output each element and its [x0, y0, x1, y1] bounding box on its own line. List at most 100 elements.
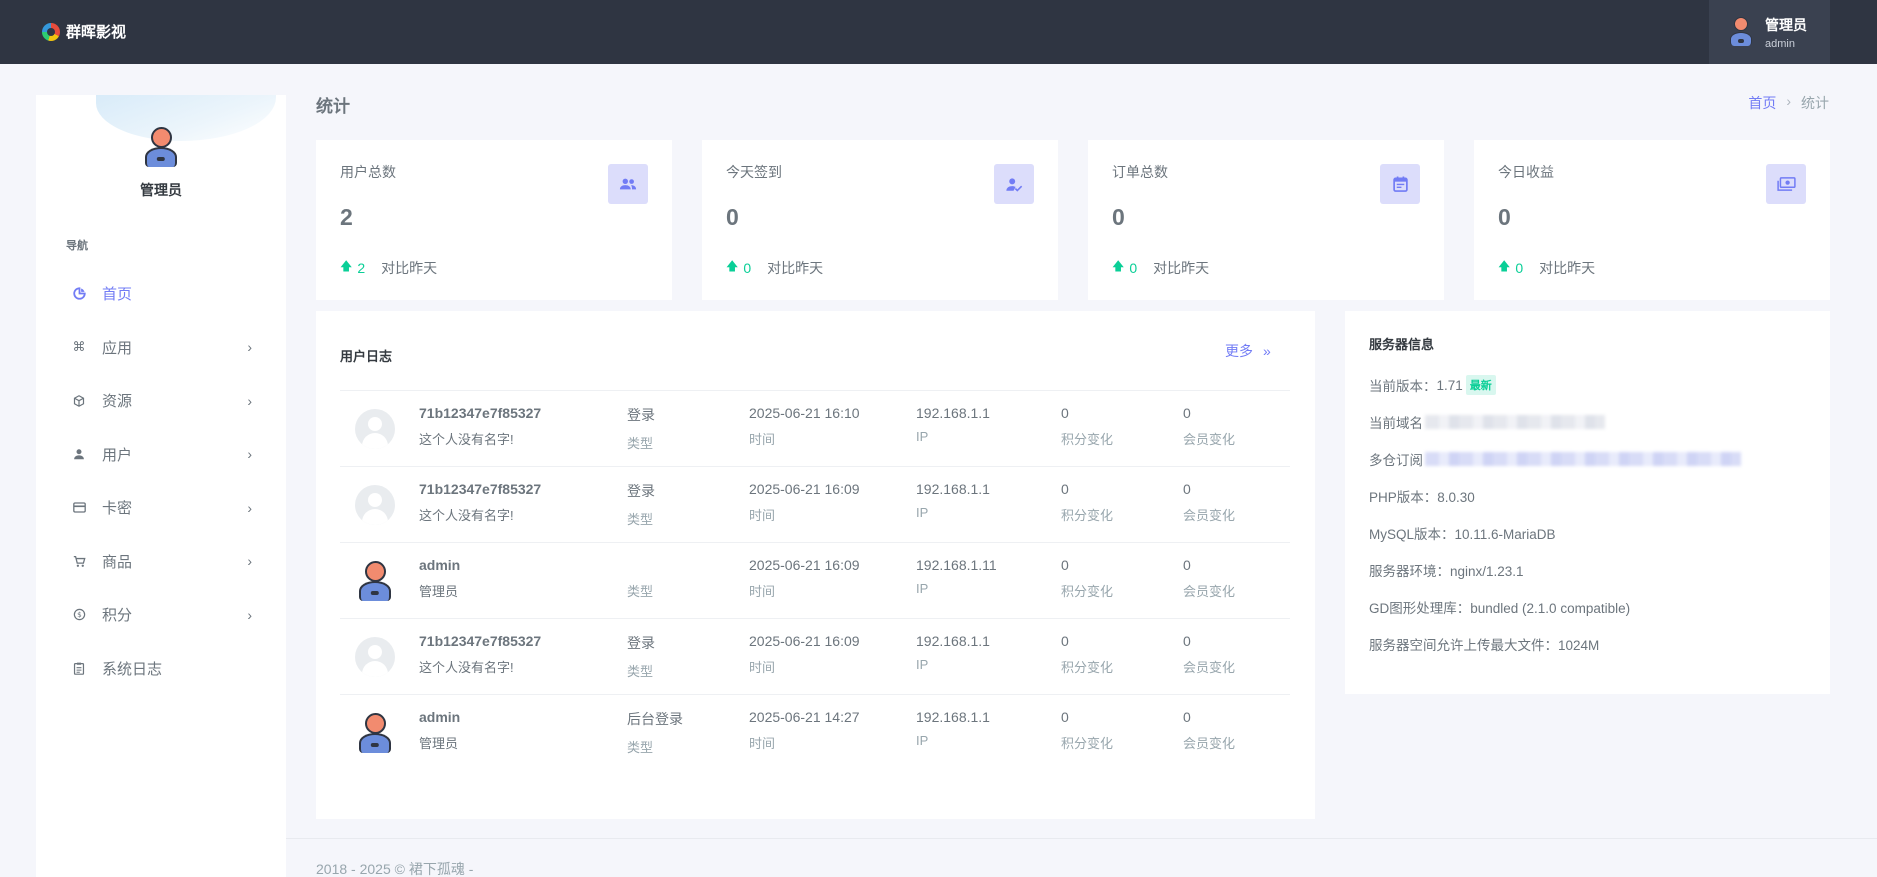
log-type: 登录: [627, 635, 655, 651]
log-member: 0: [1183, 633, 1191, 649]
breadcrumb-separator-icon: ›: [1786, 93, 1791, 109]
brand-logo-icon: [42, 22, 60, 41]
log-member-cell: 0 会员变化: [1183, 709, 1235, 752]
log-ip: 192.168.1.1: [916, 709, 990, 725]
sidebar-item-users[interactable]: 用户 ›: [36, 428, 286, 482]
sidebar-item-resources[interactable]: 资源 ›: [36, 374, 286, 428]
stat-title: 今日收益: [1498, 164, 1554, 180]
log-time-label: 时间: [749, 584, 776, 599]
log-type-cell: 登录 类型: [627, 481, 655, 528]
chevron-right-icon: ›: [247, 606, 252, 623]
table-row[interactable]: 71b12347e7f85327 这个人没有名字! 登录 类型 2025-06-…: [340, 466, 1290, 542]
log-type-label: 类型: [627, 512, 654, 527]
log-points-label: 积分变化: [1061, 508, 1114, 523]
log-points-label: 积分变化: [1061, 584, 1114, 599]
stat-delta: 0: [743, 259, 752, 276]
log-ip-cell: 192.168.1.1 IP: [916, 405, 990, 444]
log-member: 0: [1183, 709, 1191, 725]
table-row[interactable]: admin 管理员 类型 2025-06-21 16:09 时间 192.168…: [340, 542, 1290, 618]
stat-value: 2: [340, 204, 353, 230]
log-member-cell: 0 会员变化: [1183, 481, 1235, 524]
avatar-placeholder-icon: [355, 485, 395, 525]
stat-footer: 🡅 0 对比昨天: [1498, 257, 1595, 278]
log-member: 0: [1183, 481, 1191, 497]
avatar-placeholder-icon: [355, 637, 395, 677]
log-time-label: 时间: [749, 432, 776, 447]
log-member-label: 会员变化: [1183, 584, 1236, 599]
sidebar-item-points[interactable]: $ 积分 ›: [36, 588, 286, 642]
stat-delta: 0: [1515, 259, 1524, 276]
brand-name: 群晖影视: [66, 24, 127, 41]
server-domain-redacted: [1425, 415, 1605, 429]
table-row[interactable]: 71b12347e7f85327 这个人没有名字! 登录 类型 2025-06-…: [340, 618, 1290, 694]
log-time-cell: 2025-06-21 16:09 时间: [749, 633, 860, 676]
stat-title: 用户总数: [340, 164, 396, 180]
user-menu[interactable]: 管理员 admin: [1709, 0, 1830, 64]
sidebar-item-home[interactable]: 首页: [36, 267, 286, 321]
server-repo-redacted: [1425, 452, 1741, 466]
server-version: 1.71: [1436, 377, 1463, 393]
chevron-right-icon: ›: [247, 392, 252, 409]
more-link-label: 更多: [1225, 343, 1253, 359]
log-time: 2025-06-21 16:09: [749, 481, 860, 497]
server-gd: GD图形处理库：bundled (2.1.0 compatible): [1369, 601, 1631, 616]
log-time-label: 时间: [749, 508, 776, 523]
table-row[interactable]: admin 管理员 后台登录 类型 2025-06-21 14:27 时间 19…: [340, 694, 1290, 770]
log-points: 0: [1061, 481, 1069, 497]
log-member-label: 会员变化: [1183, 432, 1236, 447]
log-member-label: 会员变化: [1183, 660, 1236, 675]
server-repo-line: 多仓订阅: [1369, 449, 1741, 469]
user-icon: [72, 447, 86, 461]
card-icon: [72, 501, 86, 515]
stat-footer: 🡅 2 对比昨天: [340, 257, 437, 278]
command-icon: ⌘: [72, 339, 86, 355]
log-type-cell: 登录 类型: [627, 633, 655, 680]
breadcrumb: 首页 › 统计: [1748, 93, 1829, 113]
log-user: 71b12347e7f85327: [419, 405, 542, 421]
page-title: 统计: [316, 97, 350, 116]
sidebar-item-apps[interactable]: ⌘ 应用 ›: [36, 321, 286, 375]
double-chevron-right-icon: »: [1263, 343, 1271, 359]
log-user-desc: 管理员: [419, 584, 459, 599]
log-member: 0: [1183, 405, 1191, 421]
log-type-cell: 类型: [627, 557, 653, 600]
log-ip-label: IP: [916, 429, 929, 444]
log-points-cell: 0 积分变化: [1061, 557, 1113, 600]
log-ip-label: IP: [916, 581, 929, 596]
stat-delta: 0: [1129, 259, 1138, 276]
arrow-up-icon: 🡅: [1498, 259, 1511, 273]
stat-value: 0: [1112, 204, 1125, 230]
log-user-cell: 71b12347e7f85327 这个人没有名字!: [419, 481, 541, 524]
breadcrumb-home-link[interactable]: 首页: [1748, 93, 1776, 113]
brand[interactable]: 群晖影视: [42, 21, 126, 42]
more-link[interactable]: 更多 »: [1225, 341, 1271, 361]
log-type-label: 类型: [627, 664, 654, 679]
server-repo-label: 多仓订阅: [1369, 453, 1423, 468]
log-type: [627, 557, 653, 573]
log-ip: 192.168.1.1: [916, 633, 990, 649]
user-log-title: 用户日志: [340, 349, 393, 364]
sidebar-item-cards[interactable]: 卡密 ›: [36, 481, 286, 535]
sidebar-item-label: 卡密: [102, 500, 133, 518]
stat-card-users: 用户总数 2 🡅 2 对比昨天: [316, 140, 672, 300]
sidebar-item-label: 商品: [102, 553, 133, 571]
user-log-table: 71b12347e7f85327 这个人没有名字! 登录 类型 2025-06-…: [340, 390, 1290, 770]
log-user-cell: admin 管理员: [419, 709, 460, 752]
table-row[interactable]: 71b12347e7f85327 这个人没有名字! 登录 类型 2025-06-…: [340, 390, 1290, 466]
sidebar-item-products[interactable]: 商品 ›: [36, 535, 286, 589]
stat-compare: 对比昨天: [1539, 259, 1596, 276]
footer-divider: [286, 838, 1877, 839]
log-user-desc: 这个人没有名字!: [419, 660, 514, 675]
stat-title: 今天签到: [726, 164, 782, 180]
server-domain-label: 当前域名: [1369, 416, 1423, 431]
stat-footer: 🡅 0 对比昨天: [1112, 257, 1209, 278]
log-ip-cell: 192.168.1.1 IP: [916, 633, 990, 672]
log-user: admin: [419, 709, 461, 725]
log-user-desc: 这个人没有名字!: [419, 508, 514, 523]
log-points-cell: 0 积分变化: [1061, 481, 1113, 524]
log-member-cell: 0 会员变化: [1183, 405, 1235, 448]
sidebar-item-system-log[interactable]: 系统日志: [36, 642, 286, 696]
cash-icon: [1766, 164, 1806, 204]
log-member-cell: 0 会员变化: [1183, 633, 1235, 676]
log-ip-label: IP: [916, 505, 929, 520]
